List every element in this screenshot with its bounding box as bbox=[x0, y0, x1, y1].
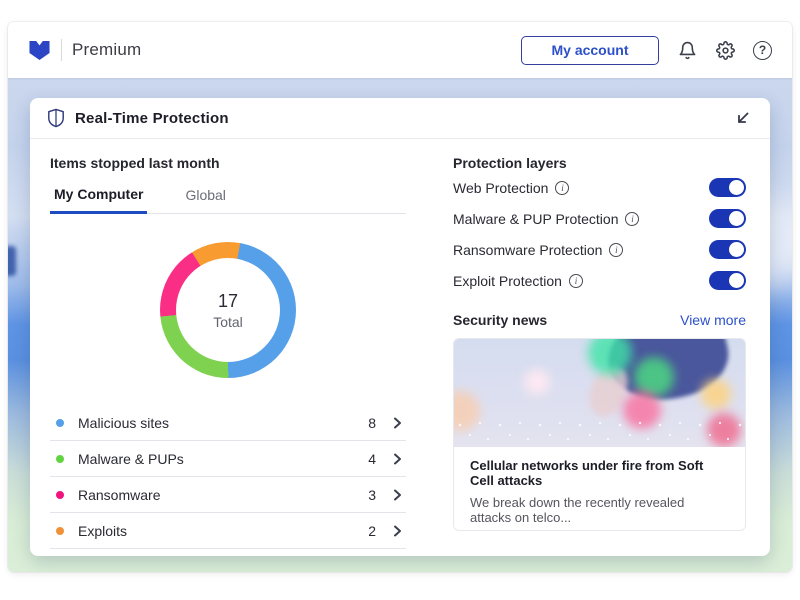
bokeh-light bbox=[701, 379, 731, 409]
stat-list: Malicious sites 8 Malware & PUPs 4 bbox=[50, 405, 406, 549]
help-icon[interactable]: ? bbox=[753, 41, 772, 60]
stat-label: Malware & PUPs bbox=[78, 451, 184, 467]
protection-column: Protection layers Web Protectioni Malwar… bbox=[406, 155, 746, 549]
tab-my-computer[interactable]: My Computer bbox=[50, 186, 147, 214]
brand-name: Premium bbox=[72, 40, 141, 60]
malwarebytes-logo-icon bbox=[28, 40, 51, 61]
stat-label: Exploits bbox=[78, 523, 127, 539]
toggle-knob bbox=[729, 180, 744, 195]
news-heading: Security news bbox=[453, 312, 547, 328]
stats-column: Items stopped last month My Computer Glo… bbox=[50, 155, 406, 549]
network-mesh-graphic bbox=[454, 417, 745, 447]
news-header: Security news View more bbox=[453, 312, 746, 328]
panel-header: Real-Time Protection bbox=[30, 98, 770, 139]
ransomware-protection-toggle[interactable] bbox=[709, 240, 746, 259]
layer-label: Web Protectioni bbox=[453, 180, 569, 196]
donut-total: 17 bbox=[218, 291, 238, 312]
protection-heading: Protection layers bbox=[453, 155, 746, 171]
notifications-bell-icon[interactable] bbox=[677, 40, 697, 60]
info-icon[interactable]: i bbox=[569, 274, 583, 288]
brand-divider bbox=[61, 39, 62, 61]
panel-body: Items stopped last month My Computer Glo… bbox=[30, 139, 770, 549]
stats-tabs: My Computer Global bbox=[50, 186, 406, 214]
layer-label: Malware & PUP Protectioni bbox=[453, 211, 639, 227]
pink-dot-icon bbox=[56, 491, 64, 499]
exploit-protection-toggle[interactable] bbox=[709, 271, 746, 290]
app-window: Premium My account ? Real-Time Protectio… bbox=[8, 22, 792, 572]
toggle-knob bbox=[729, 273, 744, 288]
stat-value: 2 bbox=[368, 523, 376, 539]
chevron-right-icon bbox=[390, 415, 406, 431]
tab-global[interactable]: Global bbox=[181, 186, 229, 213]
stat-row-malware-pups[interactable]: Malware & PUPs 4 bbox=[50, 441, 406, 477]
panel-title: Real-Time Protection bbox=[75, 110, 229, 127]
layer-row-ransomware-protection: Ransomware Protectioni bbox=[453, 235, 746, 264]
layer-label: Exploit Protectioni bbox=[453, 273, 583, 289]
bokeh-light bbox=[524, 369, 550, 395]
background-scene: Real-Time Protection Items stopped last … bbox=[8, 78, 792, 572]
donut-total-label: Total bbox=[213, 314, 243, 330]
topbar-actions: My account ? bbox=[521, 36, 772, 65]
malware-pup-protection-toggle[interactable] bbox=[709, 209, 746, 228]
toggle-knob bbox=[729, 211, 744, 226]
donut-chart: 17 Total bbox=[160, 242, 296, 378]
blue-dot-icon bbox=[56, 419, 64, 427]
donut-center: 17 Total bbox=[176, 258, 280, 362]
stat-value: 4 bbox=[368, 451, 376, 467]
my-account-button[interactable]: My account bbox=[521, 36, 659, 65]
collapse-arrow-icon[interactable] bbox=[733, 108, 753, 128]
stat-value: 3 bbox=[368, 487, 376, 503]
layer-row-exploit-protection: Exploit Protectioni bbox=[453, 266, 746, 295]
web-protection-toggle[interactable] bbox=[709, 178, 746, 197]
info-icon[interactable]: i bbox=[555, 181, 569, 195]
stat-row-exploits[interactable]: Exploits 2 bbox=[50, 513, 406, 549]
green-dot-icon bbox=[56, 455, 64, 463]
stat-value: 8 bbox=[368, 415, 376, 431]
layer-row-malware-pup-protection: Malware & PUP Protectioni bbox=[453, 204, 746, 233]
news-thumbnail bbox=[454, 339, 745, 447]
real-time-protection-panel: Real-Time Protection Items stopped last … bbox=[30, 98, 770, 556]
chevron-right-icon bbox=[390, 487, 406, 503]
news-title: Cellular networks under fire from Soft C… bbox=[470, 458, 729, 488]
layer-label: Ransomware Protectioni bbox=[453, 242, 623, 258]
info-icon[interactable]: i bbox=[609, 243, 623, 257]
info-icon[interactable]: i bbox=[625, 212, 639, 226]
brand: Premium bbox=[28, 39, 141, 61]
stat-row-ransomware[interactable]: Ransomware 3 bbox=[50, 477, 406, 513]
news-text: Cellular networks under fire from Soft C… bbox=[454, 447, 745, 531]
news-card[interactable]: Cellular networks under fire from Soft C… bbox=[453, 338, 746, 531]
stat-row-malicious-sites[interactable]: Malicious sites 8 bbox=[50, 405, 406, 441]
settings-gear-icon[interactable] bbox=[715, 40, 735, 60]
news-excerpt: We break down the recently revealed atta… bbox=[470, 495, 729, 525]
stat-label: Ransomware bbox=[78, 487, 160, 503]
shield-icon bbox=[47, 108, 65, 128]
view-more-link[interactable]: View more bbox=[680, 312, 746, 328]
orange-dot-icon bbox=[56, 527, 64, 535]
layer-row-web-protection: Web Protectioni bbox=[453, 173, 746, 202]
chevron-right-icon bbox=[390, 451, 406, 467]
chevron-right-icon bbox=[390, 523, 406, 539]
toggle-knob bbox=[729, 242, 744, 257]
background-mark bbox=[8, 246, 16, 276]
topbar: Premium My account ? bbox=[8, 22, 792, 78]
stat-label: Malicious sites bbox=[78, 415, 169, 431]
stats-heading: Items stopped last month bbox=[50, 155, 406, 171]
